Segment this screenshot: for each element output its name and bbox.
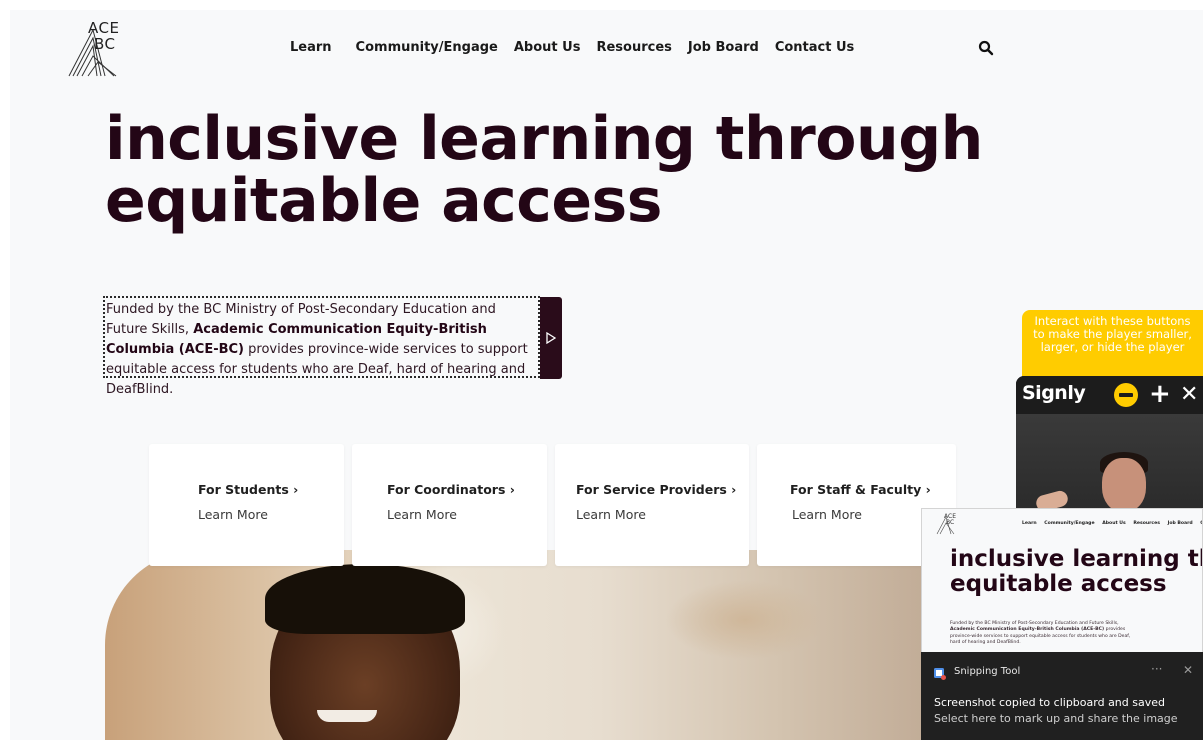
thumbnail-nav-item: About Us (1102, 521, 1126, 526)
signly-logo: Signly (1022, 382, 1086, 404)
thumbnail-nav-item: Learn (1022, 521, 1037, 526)
intro-focus-outline[interactable]: Funded by the BC Ministry of Post-Second… (103, 296, 540, 397)
card-title: For Students › (198, 482, 299, 497)
thumbnail-nav-item: Community/Engage (1044, 521, 1095, 526)
card-for-students[interactable]: For Students › Learn More (149, 444, 344, 566)
intro-paragraph: Funded by the BC Ministry of Post-Second… (106, 300, 537, 400)
card-title: For Coordinators › (387, 482, 515, 497)
page: ACE BC Learn Community/Engage About Us R… (10, 10, 1203, 740)
nav-community-engage[interactable]: Community/Engage (356, 40, 498, 55)
card-title: For Staff & Faculty › (790, 482, 931, 497)
toast-message: Screenshot copied to clipboard and saved (934, 696, 1165, 709)
nav-learn[interactable]: Learn (290, 40, 332, 55)
screenshot-thumbnail[interactable]: ACE BC Learn Community/Engage About Us R… (921, 508, 1203, 653)
page-title: inclusive learning through equitable acc… (105, 108, 983, 232)
close-icon[interactable]: ✕ (1180, 381, 1198, 409)
thumbnail-nav: Learn Community/Engage About Us Resource… (1022, 521, 1202, 526)
thumbnail-logo-bc: BC (946, 519, 955, 526)
sign-play-button[interactable] (540, 297, 562, 379)
main-nav: Learn Community/Engage About Us Resource… (290, 40, 854, 55)
close-icon[interactable]: ✕ (1183, 663, 1193, 677)
toast-app-name: Snipping Tool (954, 666, 1021, 677)
more-options-icon[interactable]: ··· (1151, 662, 1162, 676)
thumbnail-title: inclusive learning th equitable access (950, 546, 1203, 597)
nav-contact-us[interactable]: Contact Us (775, 40, 854, 55)
hero-photo (105, 550, 1005, 740)
nav-resources[interactable]: Resources (596, 40, 671, 55)
hero-title-line-2: equitable access (105, 166, 662, 236)
toast-subtext: Select here to mark up and share the ima… (934, 712, 1178, 725)
card-learn-more-link[interactable]: Learn More (198, 507, 268, 522)
thumbnail-nav-item: Job Board (1167, 521, 1193, 526)
card-for-coordinators[interactable]: For Coordinators › Learn More (352, 444, 547, 566)
card-learn-more-link[interactable]: Learn More (387, 507, 457, 522)
search-icon[interactable] (978, 40, 994, 56)
thumbnail-title-line-2: equitable access (950, 571, 1167, 597)
nav-job-board[interactable]: Job Board (688, 40, 759, 55)
nav-about-us[interactable]: About Us (514, 40, 581, 55)
card-title: For Service Providers › (576, 482, 737, 497)
logo-text-bc: BC (94, 35, 116, 53)
card-learn-more-link[interactable]: Learn More (576, 507, 646, 522)
minus-icon[interactable] (1114, 383, 1138, 407)
snipping-tool-notification[interactable]: Snipping Tool ··· ✕ Screenshot copied to… (921, 652, 1203, 740)
snipping-tool-icon (933, 666, 947, 680)
thumbnail-logo: ACE BC (936, 513, 956, 535)
hero-title-line-1: inclusive learning through (105, 104, 983, 174)
ace-bc-logo[interactable]: ACE BC (68, 19, 120, 78)
thumbnail-intro-bold: Academic Communication Equity-British Co… (950, 627, 1105, 633)
thumbnail-nav-item: Resources (1133, 521, 1160, 526)
play-icon (546, 332, 556, 344)
thumbnail-intro: Funded by the BC Ministry of Post-Second… (950, 621, 1140, 647)
logo-text-ace: ACE (88, 19, 120, 37)
plus-icon[interactable]: + (1149, 380, 1171, 408)
card-learn-more-link[interactable]: Learn More (792, 507, 862, 522)
card-for-service-providers[interactable]: For Service Providers › Learn More (555, 444, 749, 566)
thumbnail-intro-text-1: Funded by the BC Ministry of Post-Second… (950, 621, 1119, 626)
signly-player: Signly + ✕ (1016, 376, 1203, 516)
signly-tooltip: Interact with these buttons to make the … (1022, 310, 1203, 382)
thumbnail-title-line-1: inclusive learning th (950, 546, 1203, 572)
